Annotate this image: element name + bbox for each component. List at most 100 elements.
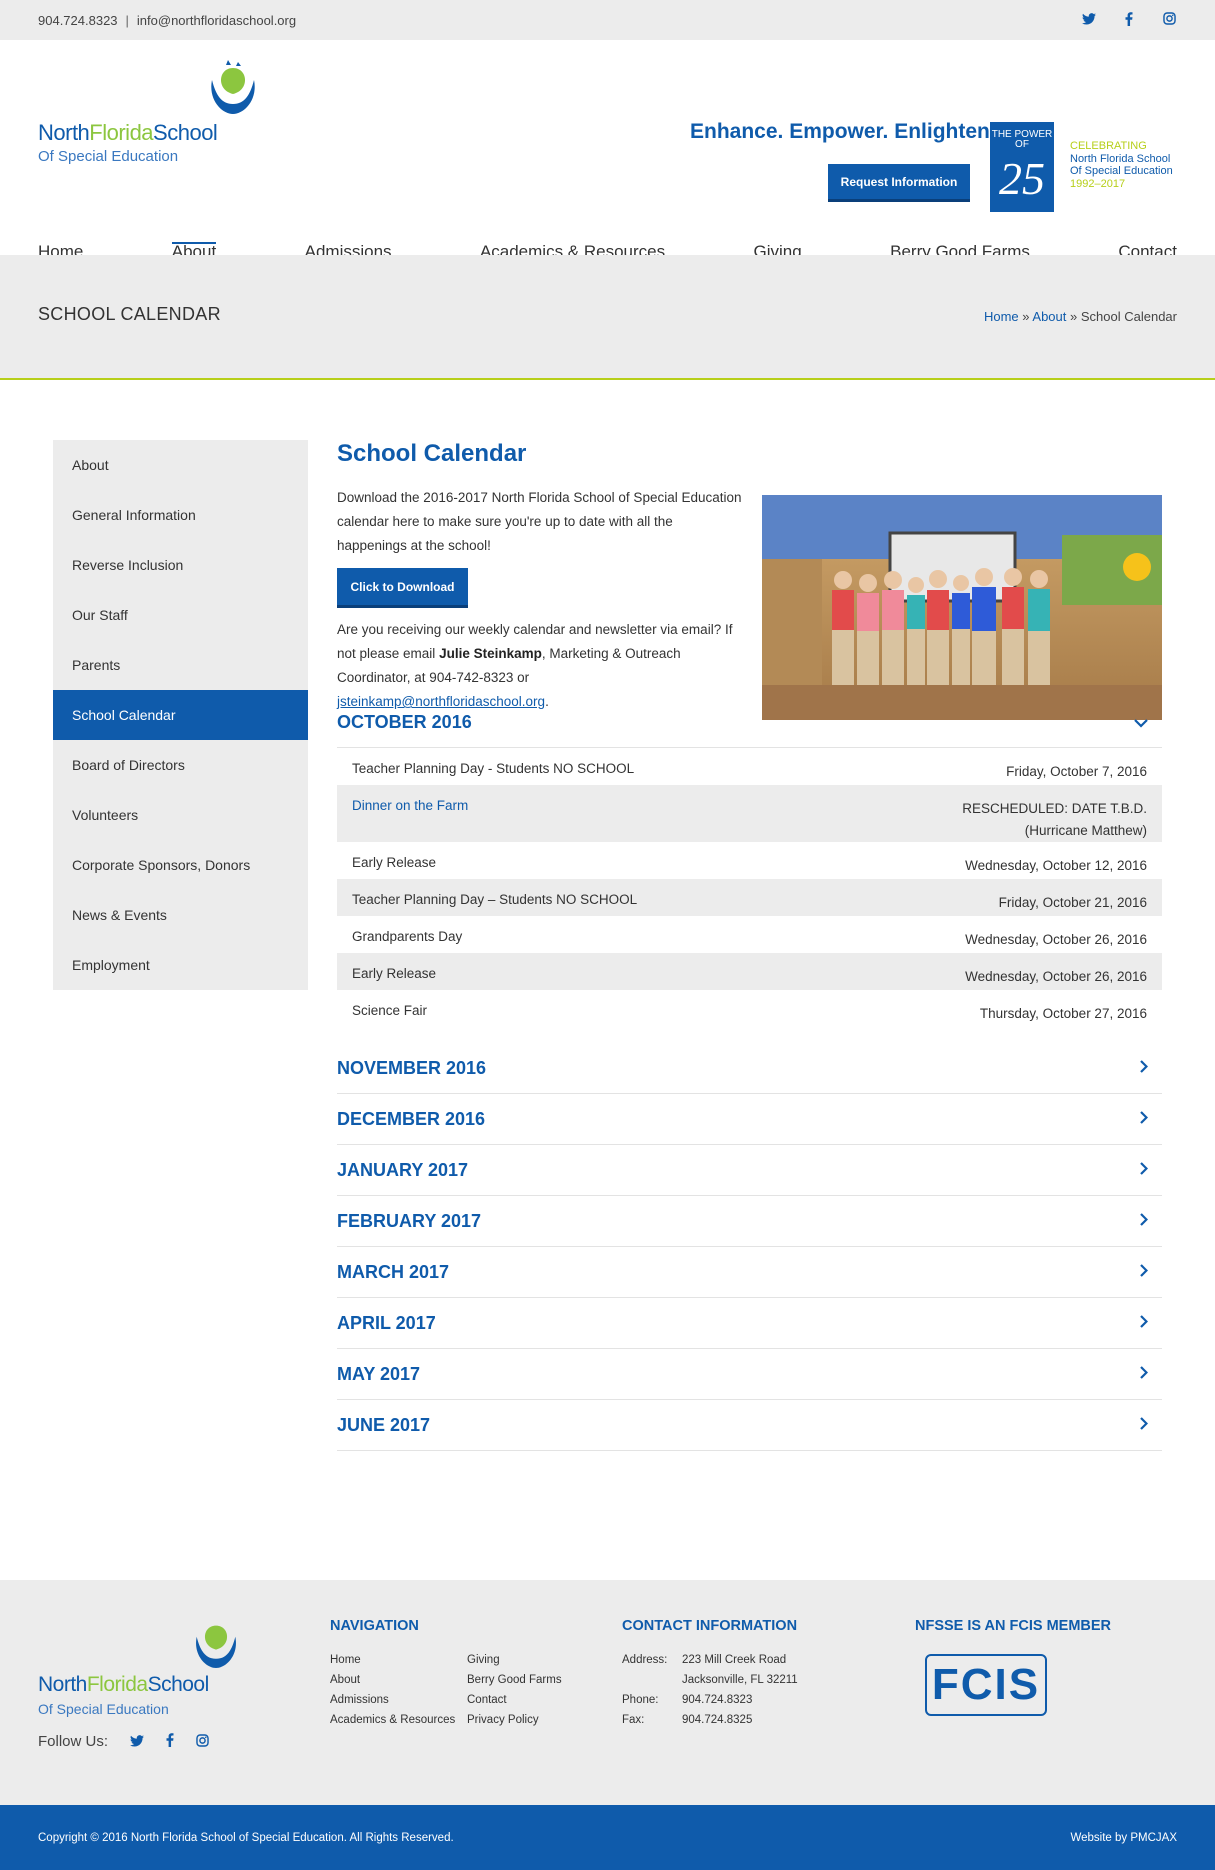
sidebar-item-employment[interactable]: Employment xyxy=(53,940,308,990)
event-date: Wednesday, October 26, 2016 xyxy=(965,969,1147,984)
event-name-link[interactable]: Dinner on the Farm xyxy=(352,785,468,813)
event-date-line2: (Hurricane Matthew) xyxy=(1024,823,1147,838)
event-date: Thursday, October 27, 2016 xyxy=(979,1006,1147,1021)
event-date: RESCHEDULED: DATE T.B.D. (Hurricane Matth… xyxy=(962,785,1147,842)
top-email[interactable]: info@northfloridaschool.org xyxy=(137,13,296,28)
breadcrumb-separator: » xyxy=(1022,309,1030,324)
instagram-icon[interactable] xyxy=(1161,11,1177,29)
download-calendar-button[interactable]: Click to Download xyxy=(337,568,468,608)
logo-wordmark: NorthFloridaSchool xyxy=(38,120,218,146)
photo-illustration xyxy=(762,495,1162,720)
sidebar-item-volunteers[interactable]: Volunteers xyxy=(53,790,308,840)
top-phone[interactable]: 904.724.8323 xyxy=(38,13,118,28)
twitter-icon[interactable] xyxy=(130,1734,145,1750)
facebook-icon[interactable] xyxy=(166,1733,174,1750)
logo-hands-icon xyxy=(196,1625,236,1668)
sidebar-item-corporate-sponsors[interactable]: Corporate Sponsors, Donors xyxy=(53,840,308,890)
logo-school: School xyxy=(147,1673,210,1696)
fcis-title: NFSSE IS AN FCIS MEMBER xyxy=(915,1618,1112,1634)
footer-nav-links: Home Giving About Berry Good Farms Admis… xyxy=(330,1654,587,1726)
breadcrumb-home[interactable]: Home xyxy=(984,309,1019,324)
sidebar-item-board-of-directors[interactable]: Board of Directors xyxy=(53,740,308,790)
phone-value[interactable]: 904.724.8323 xyxy=(682,1694,822,1706)
footer-nav-title: NAVIGATION xyxy=(330,1618,419,1634)
accordion-header-february[interactable]: FEBRUARY 2017 xyxy=(337,1196,1162,1247)
chevron-down-icon xyxy=(1134,715,1148,731)
accordion-header-october[interactable]: OCTOBER 2016 xyxy=(337,698,1162,748)
accordion-header-may[interactable]: MAY 2017 xyxy=(337,1349,1162,1400)
celebrating-line2: Of Special Education xyxy=(1070,165,1173,178)
accordion-header-april[interactable]: APRIL 2017 xyxy=(337,1298,1162,1349)
facebook-icon[interactable] xyxy=(1121,11,1137,29)
phone-label: Phone: xyxy=(622,1694,659,1706)
logo-north: North xyxy=(38,120,90,145)
contact-details: Address: 223 Mill Creek Road Jacksonvill… xyxy=(622,1654,822,1726)
breadcrumb-separator: » xyxy=(1070,309,1078,324)
top-bar: 904.724.8323 | info@northfloridaschool.org xyxy=(0,0,1215,40)
event-name: Grandparents Day xyxy=(352,929,463,944)
accordion-header-december[interactable]: DECEMBER 2016 xyxy=(337,1094,1162,1145)
site-logo[interactable]: NorthFloridaSchool Of Special Education xyxy=(38,60,278,165)
month-title: NOVEMBER 2016 xyxy=(337,1057,487,1078)
breadcrumb: Home » About » School Calendar xyxy=(984,309,1177,324)
footer-link-about[interactable]: About xyxy=(330,1674,467,1686)
month-title: MAY 2017 xyxy=(337,1363,421,1384)
copyright-text: Copyright © 2016 North Florida School of… xyxy=(38,1831,454,1844)
chevron-right-icon xyxy=(1140,1213,1149,1229)
request-information-button[interactable]: Request Information xyxy=(828,164,970,202)
sidebar-item-our-staff[interactable]: Our Staff xyxy=(53,590,308,640)
accordion-header-january[interactable]: JANUARY 2017 xyxy=(337,1145,1162,1196)
footer-link-contact[interactable]: Contact xyxy=(467,1694,587,1706)
footer-fcis: NFSSE IS AN FCIS MEMBER FCIS xyxy=(915,1618,1111,1716)
chevron-right-icon xyxy=(1140,1162,1149,1178)
fcis-logo[interactable]: FCIS xyxy=(925,1654,1047,1716)
sidebar-item-school-calendar[interactable]: School Calendar xyxy=(53,690,308,740)
address-line1: 223 Mill Creek Road xyxy=(682,1654,787,1666)
twitter-icon[interactable] xyxy=(1081,12,1097,29)
sidebar-item-news-events[interactable]: News & Events xyxy=(53,890,308,940)
logo-school: School xyxy=(153,120,218,145)
separator: | xyxy=(125,12,129,28)
logo-florida: Florida xyxy=(89,120,154,145)
accordion-header-june[interactable]: JUNE 2017 xyxy=(337,1400,1162,1451)
accordion-header-march[interactable]: MARCH 2017 xyxy=(337,1247,1162,1298)
instagram-icon[interactable] xyxy=(196,1733,209,1750)
footer-contact-title: CONTACT INFORMATION xyxy=(622,1618,798,1634)
month-title: OCTOBER 2016 xyxy=(337,712,472,732)
footer-link-admissions[interactable]: Admissions xyxy=(330,1694,467,1706)
event-name: Teacher Planning Day - Students NO SCHOO… xyxy=(352,761,635,776)
event-row: Early Release Wednesday, October 26, 2016 xyxy=(337,953,1162,990)
breadcrumb-current: School Calendar xyxy=(1080,309,1177,324)
chevron-right-icon xyxy=(1140,1366,1149,1382)
footer-link-giving[interactable]: Giving xyxy=(467,1654,587,1666)
footer-link-berry-good-farms[interactable]: Berry Good Farms xyxy=(467,1674,587,1686)
content-heading: School Calendar xyxy=(337,440,527,467)
sidebar-menu: About General Information Reverse Inclus… xyxy=(53,440,308,990)
sidebar-item-general-information[interactable]: General Information xyxy=(53,490,308,540)
chevron-right-icon xyxy=(1140,1315,1149,1331)
event-date: Wednesday, October 26, 2016 xyxy=(965,932,1147,947)
celebrating-text: CELEBRATING North Florida School Of Spec… xyxy=(1070,140,1173,191)
celebrating-label: CELEBRATING xyxy=(1070,140,1147,152)
chevron-right-icon xyxy=(1140,1111,1149,1127)
footer-link-academics[interactable]: Academics & Resources xyxy=(330,1714,467,1726)
month-title: JANUARY 2017 xyxy=(337,1159,469,1180)
event-row: Early Release Wednesday, October 12, 2016 xyxy=(337,842,1162,879)
month-title: DECEMBER 2016 xyxy=(337,1108,486,1129)
event-date-line1: RESCHEDULED: DATE T.B.D. xyxy=(962,801,1147,816)
website-credit[interactable]: Website by PMCJAX xyxy=(1070,1832,1177,1844)
footer-link-home[interactable]: Home xyxy=(330,1654,467,1666)
sidebar-item-reverse-inclusion[interactable]: Reverse Inclusion xyxy=(53,540,308,590)
event-row: Science Fair Thursday, October 27, 2016 xyxy=(337,990,1162,1027)
footer-logo[interactable]: NorthFloridaSchool Of Special Education xyxy=(38,1618,248,1718)
sidebar-item-about[interactable]: About xyxy=(53,440,308,490)
footer-contact: CONTACT INFORMATION Address: 223 Mill Cr… xyxy=(622,1618,822,1726)
site-footer: NorthFloridaSchool Of Special Education … xyxy=(0,1580,1215,1805)
badge-number: 25 xyxy=(999,153,1045,204)
copyright-bar: Copyright © 2016 North Florida School of… xyxy=(0,1805,1215,1870)
sidebar-item-parents[interactable]: Parents xyxy=(53,640,308,690)
accordion-header-november[interactable]: NOVEMBER 2016 xyxy=(337,1043,1162,1094)
footer-navigation: NAVIGATION Home Giving About Berry Good … xyxy=(330,1618,587,1726)
breadcrumb-about[interactable]: About xyxy=(1032,309,1066,324)
footer-link-privacy-policy[interactable]: Privacy Policy xyxy=(467,1714,587,1726)
